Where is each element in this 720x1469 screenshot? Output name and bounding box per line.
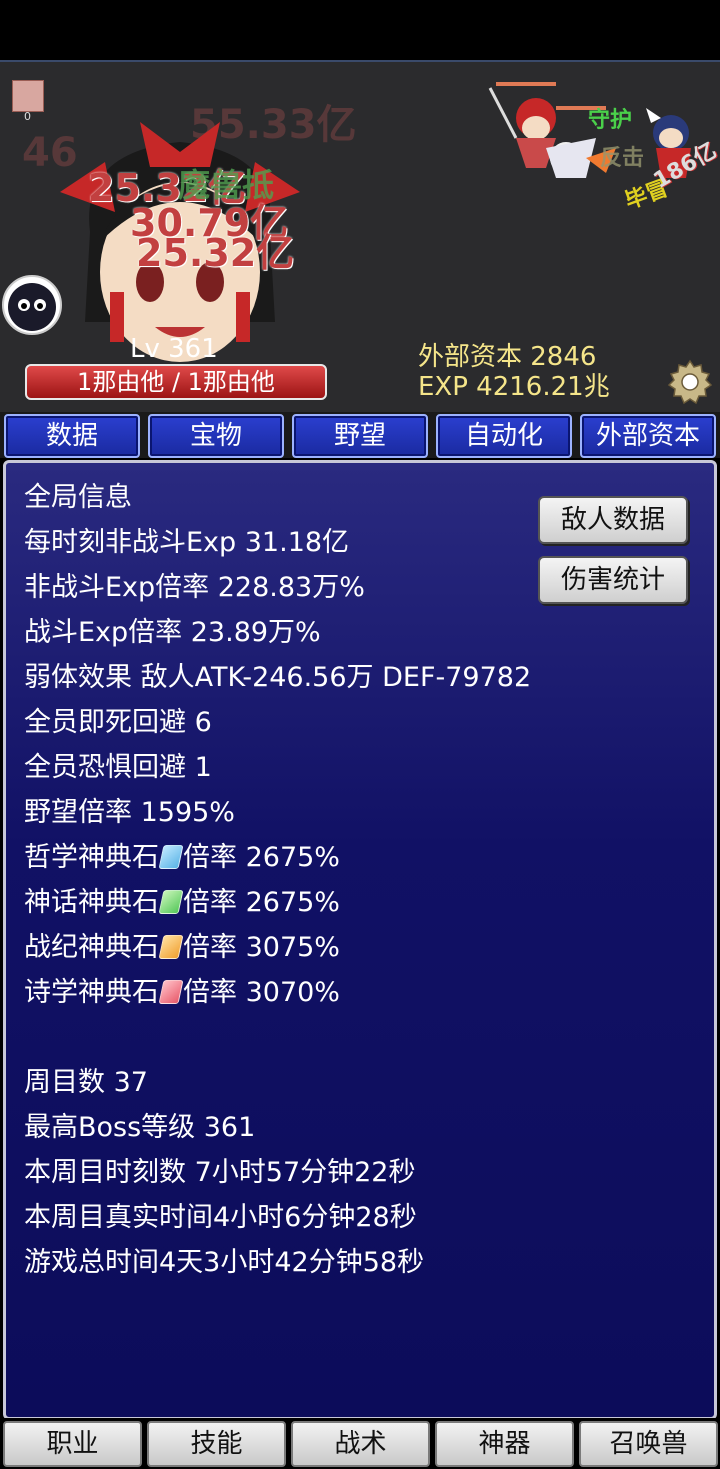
stone-line: 神话神典石 倍率 2675% (24, 880, 340, 919)
status-bar (0, 0, 720, 60)
tab-job[interactable]: 职业 (3, 1421, 142, 1467)
stone-name: 神话神典石 (24, 887, 159, 918)
tab-treasure[interactable]: 宝物 (148, 414, 284, 458)
ghost-avatar-icon[interactable] (2, 275, 62, 335)
gear-icon[interactable] (666, 358, 714, 406)
tab-ambition[interactable]: 野望 (292, 414, 428, 458)
damage-stats-button[interactable]: 伤害统计 (538, 556, 688, 604)
info-line: 全员即死回避 6 (24, 707, 212, 738)
external-capital: 外部资本 2846 (418, 342, 597, 372)
info-line: 游戏总时间4天3小时42分钟58秒 (24, 1247, 425, 1278)
info-panel: 全局信息 每时刻非战斗Exp 31.18亿 非战斗Exp倍率 228.83万% … (3, 460, 717, 1420)
stone-rate: 倍率 3075% (183, 932, 340, 963)
info-line: 最高Boss等级 361 (24, 1112, 256, 1143)
enemy-count: 0 (24, 110, 31, 123)
boss-hp-bar: 1那由他 / 1那由他 (25, 364, 327, 400)
info-line: 非战斗Exp倍率 228.83万% (24, 572, 365, 603)
stone-rate: 倍率 3070% (183, 977, 340, 1008)
enemy-thumbnail[interactable] (12, 80, 44, 112)
stone-rate: 倍率 2675% (183, 887, 340, 918)
bottom-tab-bar: 职业 技能 战术 神器 召唤兽 (0, 1418, 720, 1469)
tab-artifacts[interactable]: 神器 (435, 1421, 574, 1467)
tab-data[interactable]: 数据 (4, 414, 140, 458)
gem-icon (158, 935, 184, 959)
resource-summary: 外部资本 2846 EXP 4216.21兆 (418, 342, 610, 402)
stone-line: 诗学神典石 倍率 3070% (24, 970, 340, 1009)
info-line: 战斗Exp倍率 23.89万% (24, 617, 321, 648)
stone-line: 战纪神典石 倍率 3075% (24, 925, 340, 964)
tab-summons[interactable]: 召唤兽 (579, 1421, 718, 1467)
stone-name: 哲学神典石 (24, 842, 159, 873)
counter-text: 反击 (600, 146, 645, 171)
tab-tactics[interactable]: 战术 (291, 1421, 430, 1467)
info-line: 每时刻非战斗Exp 31.18亿 (24, 527, 350, 558)
gem-icon (158, 980, 184, 1004)
gem-icon (158, 890, 184, 914)
info-line: 本周目时刻数 7小时57分钟22秒 (24, 1157, 416, 1188)
info-line: 周目数 37 (24, 1067, 148, 1098)
info-line: 全员恐惧回避 1 (24, 752, 212, 783)
top-tab-bar: 数据 宝物 野望 自动化 外部资本 (0, 412, 720, 458)
panel-heading: 全局信息 (24, 482, 132, 513)
tab-automation[interactable]: 自动化 (436, 414, 572, 458)
boss-level: Lv 361 (130, 334, 218, 364)
stone-line: 哲学神典石 倍率 2675% (24, 835, 340, 874)
battle-scene[interactable]: 0 55.33亿 46 25.32亿 魔兽抵 30.79亿 25.32亿 守护 … (0, 60, 720, 412)
stone-name: 战纪神典石 (24, 932, 159, 963)
tab-external-capital[interactable]: 外部资本 (580, 414, 716, 458)
info-line: 弱体效果 敌人ATK-246.56万 DEF-79782 (24, 662, 532, 693)
info-line: 本周目真实时间4小时6分钟28秒 (24, 1202, 417, 1233)
gem-icon (158, 845, 184, 869)
tab-skills[interactable]: 技能 (147, 1421, 286, 1467)
info-line: 野望倍率 1595% (24, 797, 235, 828)
guard-text: 守护 (588, 108, 633, 133)
stone-rate: 倍率 2675% (183, 842, 340, 873)
damage-number: 25.32亿 (136, 231, 295, 275)
exp-total: EXP 4216.21兆 (418, 372, 610, 402)
enemy-data-button[interactable]: 敌人数据 (538, 496, 688, 544)
stone-name: 诗学神典石 (24, 977, 159, 1008)
